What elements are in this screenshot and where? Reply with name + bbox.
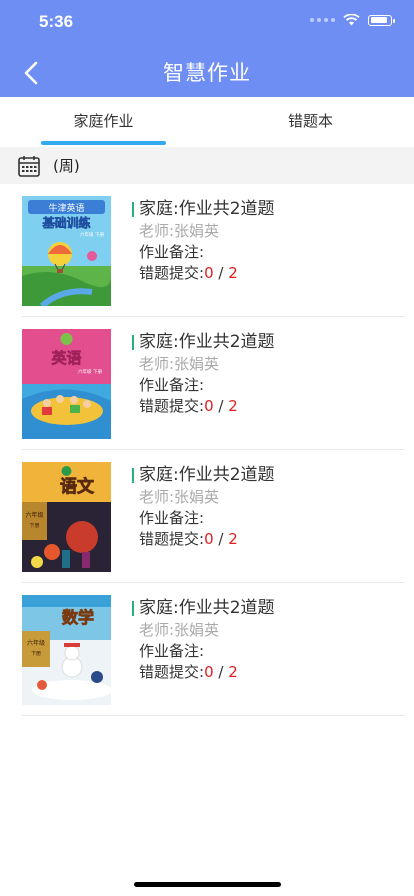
mistake-label: 错题提交:: [139, 397, 205, 415]
mistake-total-count: 2: [228, 397, 238, 415]
book-cover-english-practice: 牛津英语 基础训练 六年级 下册: [22, 196, 111, 306]
tab-home-homework[interactable]: 家庭作业: [0, 97, 207, 147]
cover-term: 下册: [31, 651, 41, 657]
homework-note: 作业备注:: [139, 376, 205, 394]
mistake-separator: /: [213, 397, 229, 415]
homework-teacher: 老师:张娟英: [139, 621, 220, 639]
mistake-total-count: 2: [228, 530, 238, 548]
mistake-separator: /: [213, 530, 229, 548]
calendar-icon: [18, 155, 40, 177]
status-time: 5:36: [39, 12, 74, 31]
cover-title: 数学: [62, 608, 94, 627]
cover-grade: 六年级 下册: [78, 368, 102, 375]
homework-title: 家庭:作业共2道题: [132, 597, 404, 620]
homework-info: 家庭:作业共2道题 老师:张娟英 作业备注: 错题提交:0 / 2: [132, 198, 404, 284]
homework-item[interactable]: 英语 六年级 下册 家庭:作业共2道题 老师:张娟英 作业备注: 错题提交:0 …: [22, 317, 404, 450]
homework-teacher: 老师:张娟英: [139, 222, 220, 240]
homework-title: 家庭:作业共2道题: [132, 331, 404, 354]
wifi-icon: [343, 14, 360, 26]
homework-note: 作业备注:: [139, 509, 205, 527]
cover-grade: 六年级 下册: [80, 231, 104, 238]
mistake-submission: 错题提交:0 / 2: [132, 529, 404, 550]
tab-bar: 家庭作业 错题本: [0, 97, 414, 147]
battery-icon: [368, 14, 395, 26]
mistake-total-count: 2: [228, 264, 238, 282]
homework-info: 家庭:作业共2道题 老师:张娟英 作业备注: 错题提交:0 / 2: [132, 464, 404, 550]
mistake-submitted-count: 0: [204, 264, 214, 282]
week-filter-bar[interactable]: (周): [0, 147, 414, 184]
week-label: (周): [53, 157, 80, 175]
cellular-signal-icon: [310, 18, 335, 22]
book-cover-chinese: 语文 六年级 下册: [22, 462, 111, 572]
book-cover-math: 数学 六年级 下册: [22, 595, 111, 705]
homework-title: 家庭:作业共2道题: [132, 464, 404, 487]
home-indicator[interactable]: [134, 882, 281, 887]
cover-title: 牛津英语: [48, 202, 84, 214]
mistake-label: 错题提交:: [139, 264, 205, 282]
status-icons: [310, 14, 395, 26]
cover-term: 下册: [29, 523, 39, 529]
tab-mistake-book[interactable]: 错题本: [207, 97, 414, 147]
mistake-total-count: 2: [228, 663, 238, 681]
homework-title: 家庭:作业共2道题: [132, 198, 404, 221]
homework-item[interactable]: 语文 六年级 下册 家庭:作业共2道题 老师:张娟英 作业备注: 错题提交:0 …: [22, 450, 404, 583]
homework-note: 作业备注:: [139, 642, 205, 660]
mistake-submission: 错题提交:0 / 2: [132, 662, 404, 683]
book-cover-english: 英语 六年级 下册: [22, 329, 111, 439]
cover-grade: 六年级: [25, 511, 43, 519]
mistake-submitted-count: 0: [204, 663, 214, 681]
homework-note: 作业备注:: [139, 243, 205, 261]
homework-item[interactable]: 牛津英语 基础训练 六年级 下册 家庭:作业共2道题 老师:张娟英 作业备注: …: [22, 184, 404, 317]
mistake-separator: /: [213, 663, 229, 681]
mistake-submission: 错题提交:0 / 2: [132, 396, 404, 417]
mistake-label: 错题提交:: [139, 663, 205, 681]
homework-info: 家庭:作业共2道题 老师:张娟英 作业备注: 错题提交:0 / 2: [132, 597, 404, 683]
homework-teacher: 老师:张娟英: [139, 355, 220, 373]
cover-grade: 六年级: [27, 639, 45, 647]
mistake-separator: /: [213, 264, 229, 282]
mistake-submitted-count: 0: [204, 397, 214, 415]
page-title: 智慧作业: [163, 61, 251, 85]
homework-list: 牛津英语 基础训练 六年级 下册 家庭:作业共2道题 老师:张娟英 作业备注: …: [22, 184, 404, 716]
mistake-submitted-count: 0: [204, 530, 214, 548]
cover-subtitle: 基础训练: [41, 215, 90, 230]
homework-info: 家庭:作业共2道题 老师:张娟英 作业备注: 错题提交:0 / 2: [132, 331, 404, 417]
mistake-submission: 错题提交:0 / 2: [132, 263, 404, 284]
cover-title: 语文: [60, 476, 95, 497]
mistake-label: 错题提交:: [139, 530, 205, 548]
homework-teacher: 老师:张娟英: [139, 488, 220, 506]
cover-title: 英语: [51, 349, 81, 367]
app-header: 5:36 智慧作业: [0, 0, 414, 97]
homework-item[interactable]: 数学 六年级 下册 家庭:作业共2道题 老师:张娟英 作业备注: 错题提交:0 …: [22, 583, 404, 716]
